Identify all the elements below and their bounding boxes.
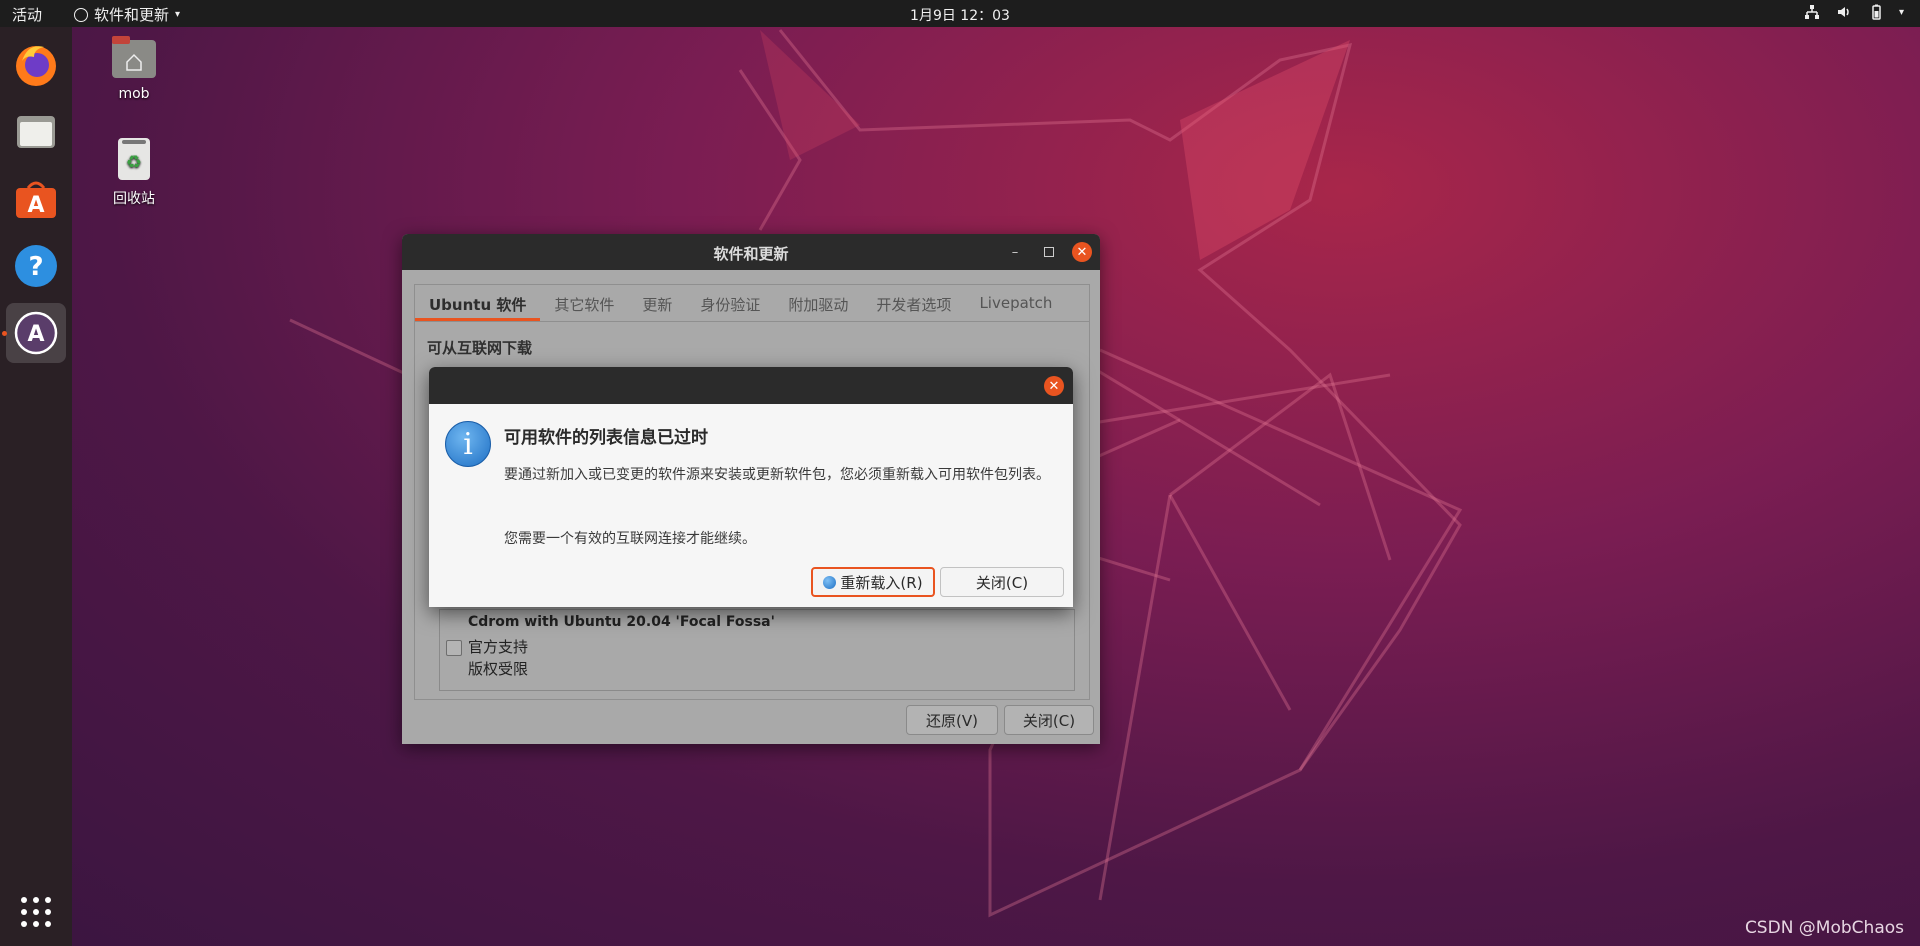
battery-icon — [1867, 3, 1885, 21]
outdated-info-dialog: ✕ i 可用软件的列表信息已过时 要通过新加入或已变更的软件源来安装或更新软件包… — [429, 367, 1073, 607]
dialog-heading: 可用软件的列表信息已过时 — [504, 428, 708, 448]
firefox-icon — [16, 46, 56, 86]
running-indicator — [2, 331, 7, 336]
tab-updates[interactable]: 更新 — [628, 285, 686, 321]
maximize-button[interactable] — [1039, 242, 1059, 262]
reload-button-label: 重新载入(R) — [840, 573, 923, 592]
dialog-close-text-button[interactable]: 关闭(C) — [940, 567, 1064, 597]
software-updater-icon: A — [14, 311, 58, 355]
network-icon — [1803, 3, 1821, 21]
watermark: CSDN @MobChaos — [1744, 918, 1904, 938]
desktop-trash[interactable]: ♻ 回收站 — [89, 136, 179, 208]
system-tray[interactable]: ▾ — [1803, 3, 1904, 21]
minimize-icon: – — [1011, 244, 1019, 260]
app-menu-label: 软件和更新 — [94, 6, 170, 24]
info-icon: i — [445, 421, 491, 467]
close-icon: ✕ — [1048, 378, 1060, 394]
trash-label: 回收站 — [113, 191, 155, 207]
window-close-button[interactable]: ✕ — [1072, 242, 1092, 262]
dock-software-updater[interactable]: A — [6, 303, 66, 363]
window-titlebar[interactable]: 软件和更新 – ✕ — [402, 234, 1100, 270]
desktop-home-folder[interactable]: mob — [89, 36, 179, 102]
files-icon — [17, 116, 55, 148]
help-icon: ? — [15, 245, 57, 287]
dock-files[interactable] — [6, 102, 66, 162]
maximize-icon — [1044, 247, 1054, 257]
dialog-titlebar[interactable]: ✕ — [429, 367, 1073, 404]
trash-icon: ♻ — [118, 138, 150, 180]
tab-developer-options[interactable]: 开发者选项 — [862, 285, 965, 321]
globe-icon — [74, 7, 88, 22]
tab-bar: Ubuntu 软件 其它软件 更新 身份验证 附加驱动 开发者选项 Livepa… — [415, 285, 1089, 322]
minimize-button[interactable]: – — [1005, 242, 1025, 262]
svg-text:♻: ♻ — [126, 152, 142, 173]
activities-button[interactable]: 活动 — [12, 4, 42, 25]
dialog-close-button[interactable]: ✕ — [1044, 376, 1064, 396]
tab-other-software[interactable]: 其它软件 — [540, 285, 628, 321]
cdrom-title: Cdrom with Ubuntu 20.04 'Focal Fossa' — [468, 614, 775, 630]
svg-text:A: A — [27, 193, 44, 218]
dock-software[interactable]: A — [6, 169, 66, 229]
cdrom-source: Cdrom with Ubuntu 20.04 'Focal Fossa' 官方… — [439, 609, 1075, 691]
volume-icon — [1835, 3, 1853, 21]
home-folder-icon — [112, 36, 156, 78]
dialog-message-internet: 您需要一个有效的互联网连接才能继续。 — [504, 531, 756, 547]
home-folder-label: mob — [118, 86, 150, 102]
main-close-button[interactable]: 关闭(C) — [1004, 705, 1094, 735]
window-title: 软件和更新 — [713, 245, 789, 263]
close-icon: ✕ — [1076, 244, 1088, 260]
svg-text:?: ? — [28, 252, 43, 282]
show-applications-button[interactable] — [6, 882, 66, 942]
svg-text:A: A — [27, 322, 44, 347]
clock[interactable]: 1月9日 12：03 — [910, 8, 1010, 24]
revert-button[interactable]: 还原(V) — [906, 705, 998, 735]
dock: A ? A — [0, 27, 72, 946]
cdrom-restricted: 版权受限 — [468, 660, 529, 678]
system-menu-chevron-icon: ▾ — [1898, 6, 1904, 18]
cdrom-official: 官方支持 — [468, 638, 529, 656]
dock-firefox[interactable] — [6, 35, 66, 95]
tab-ubuntu-software[interactable]: Ubuntu 软件 — [415, 285, 541, 321]
tab-authentication[interactable]: 身份验证 — [686, 285, 774, 321]
app-menu[interactable]: 软件和更新 ▾ — [74, 4, 180, 25]
tab-livepatch[interactable]: Livepatch — [965, 285, 1066, 321]
chevron-down-icon: ▾ — [175, 9, 181, 20]
dock-help[interactable]: ? — [6, 236, 66, 296]
cdrom-checkbox[interactable] — [446, 640, 462, 656]
reload-button[interactable]: 重新载入(R) — [811, 567, 935, 597]
tab-additional-drivers[interactable]: 附加驱动 — [774, 285, 862, 321]
section-title-internet: 可从互联网下载 — [427, 339, 533, 357]
refresh-icon — [823, 575, 837, 589]
show-applications-icon — [21, 897, 51, 927]
software-center-icon: A — [16, 181, 56, 218]
top-bar: 活动 软件和更新 ▾ 1月9日 12：03 ▾ — [0, 0, 1920, 27]
dialog-message: 要通过新加入或已变更的软件源来安装或更新软件包，您必须重新载入可用软件包列表。 — [504, 467, 1050, 483]
